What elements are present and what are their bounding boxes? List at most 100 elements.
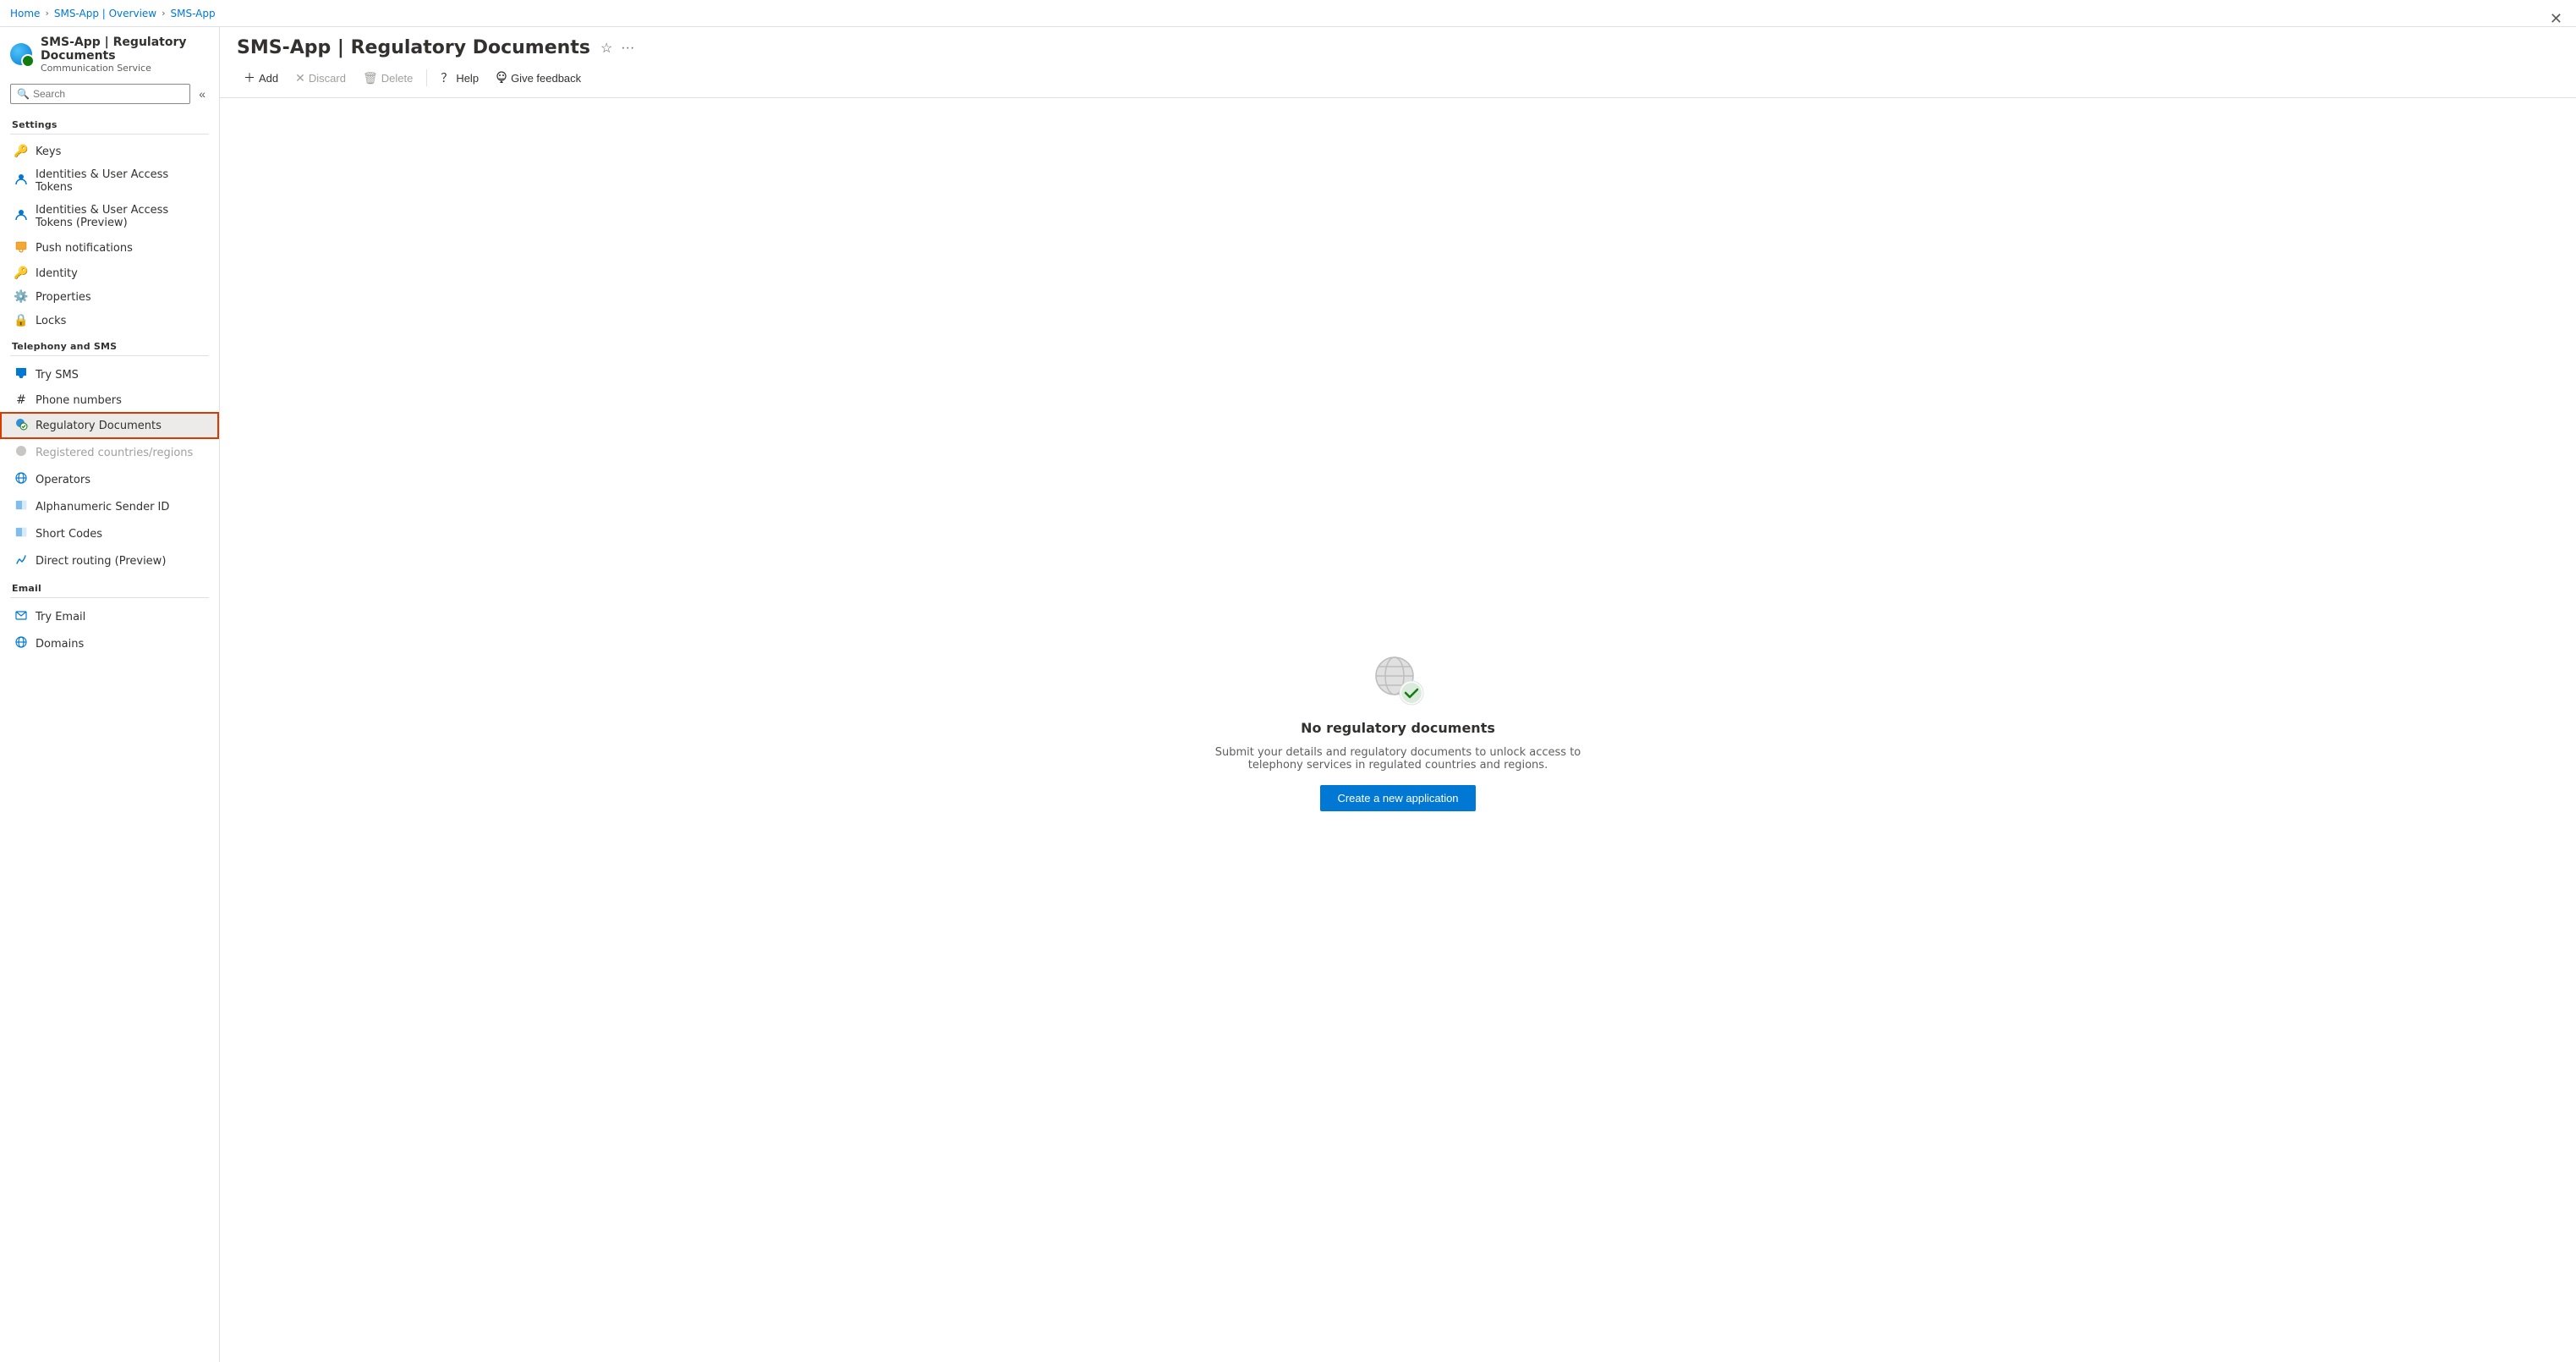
title-actions: ☆ ··· bbox=[599, 38, 636, 58]
properties-icon: ⚙️ bbox=[14, 290, 29, 304]
regulatory-documents-label: Regulatory Documents bbox=[36, 420, 162, 432]
content-body: No regulatory documents Submit your deta… bbox=[220, 98, 2576, 1362]
locks-label: Locks bbox=[36, 315, 66, 327]
sidebar-item-keys[interactable]: 🔑 Keys bbox=[0, 140, 219, 163]
give-feedback-label: Give feedback bbox=[511, 72, 581, 85]
operators-icon bbox=[14, 471, 29, 488]
sidebar-item-identity[interactable]: 🔑 Identity bbox=[0, 261, 219, 285]
breadcrumb-home[interactable]: Home bbox=[10, 8, 40, 19]
page-title: SMS-App | Regulatory Documents bbox=[237, 37, 590, 58]
sidebar-item-direct-routing[interactable]: Direct routing (Preview) bbox=[0, 547, 219, 574]
domains-icon bbox=[14, 635, 29, 652]
discard-label: Discard bbox=[309, 72, 346, 85]
telephony-divider bbox=[10, 355, 209, 356]
alphanumeric-sender-label: Alphanumeric Sender ID bbox=[36, 501, 169, 513]
breadcrumb-smsapp[interactable]: SMS-App bbox=[171, 8, 216, 19]
sidebar-search-container: 🔍 « bbox=[0, 80, 219, 111]
discard-button[interactable]: ✕ Discard bbox=[288, 67, 353, 90]
phone-numbers-icon: # bbox=[14, 393, 29, 407]
email-divider bbox=[10, 597, 209, 598]
sidebar-item-locks[interactable]: 🔒 Locks bbox=[0, 309, 219, 332]
help-label: Help bbox=[456, 72, 479, 85]
operators-label: Operators bbox=[36, 474, 90, 486]
app-title-sub: Communication Service bbox=[41, 63, 209, 74]
sidebar-item-push-notifications[interactable]: Push notifications bbox=[0, 234, 219, 261]
more-options-button[interactable]: ··· bbox=[619, 39, 636, 58]
discard-icon: ✕ bbox=[295, 71, 305, 85]
push-notifications-icon bbox=[14, 239, 29, 256]
sidebar-item-operators[interactable]: Operators bbox=[0, 466, 219, 493]
sidebar-item-identities-tokens[interactable]: Identities & User Access Tokens bbox=[0, 163, 219, 199]
empty-title: No regulatory documents bbox=[1301, 720, 1495, 736]
sidebar-item-alphanumeric-sender[interactable]: Alphanumeric Sender ID bbox=[0, 493, 219, 520]
feedback-icon bbox=[496, 71, 507, 85]
short-codes-icon bbox=[14, 525, 29, 542]
identities-icon bbox=[14, 173, 29, 189]
sidebar-item-properties[interactable]: ⚙️ Properties bbox=[0, 285, 219, 309]
section-label-settings: Settings bbox=[0, 111, 219, 134]
page-title-row: SMS-App | Regulatory Documents ☆ ··· bbox=[237, 37, 2559, 58]
short-codes-label: Short Codes bbox=[36, 528, 102, 541]
properties-label: Properties bbox=[36, 291, 91, 304]
toolbar-separator bbox=[426, 69, 427, 86]
top-bar: Home › SMS-App | Overview › SMS-App bbox=[0, 0, 2576, 27]
content-area: SMS-App | Regulatory Documents ☆ ··· ＋ A… bbox=[220, 27, 2576, 1362]
regulatory-docs-icon bbox=[14, 417, 29, 434]
delete-button[interactable]: 🗑 Delete bbox=[356, 67, 419, 90]
push-notifications-label: Push notifications bbox=[36, 242, 133, 255]
search-icon: 🔍 bbox=[17, 88, 30, 100]
keys-icon: 🔑 bbox=[14, 145, 29, 158]
sidebar: SMS-App | Regulatory Documents Communica… bbox=[0, 27, 220, 1362]
help-icon: ？ bbox=[441, 69, 452, 86]
registered-countries-icon bbox=[14, 444, 29, 461]
sidebar-item-regulatory-documents[interactable]: Regulatory Documents bbox=[0, 412, 219, 439]
section-label-telephony: Telephony and SMS bbox=[0, 332, 219, 355]
try-sms-icon bbox=[14, 366, 29, 383]
page-actions: ＋ Add ✕ Discard 🗑 Delete ？ Help bbox=[237, 65, 2559, 97]
app-title: SMS-App | Regulatory Documents Communica… bbox=[41, 36, 209, 74]
sidebar-item-short-codes[interactable]: Short Codes bbox=[0, 520, 219, 547]
sidebar-item-try-sms[interactable]: Try SMS bbox=[0, 361, 219, 388]
sidebar-item-phone-numbers[interactable]: # Phone numbers bbox=[0, 388, 219, 412]
locks-icon: 🔒 bbox=[14, 314, 29, 327]
try-sms-label: Try SMS bbox=[36, 369, 79, 382]
sidebar-item-try-email[interactable]: Try Email bbox=[0, 603, 219, 630]
sidebar-item-domains[interactable]: Domains bbox=[0, 630, 219, 657]
add-icon: ＋ bbox=[244, 69, 255, 86]
collapse-sidebar-button[interactable]: « bbox=[195, 85, 209, 102]
app-icon bbox=[10, 43, 34, 67]
keys-label: Keys bbox=[36, 146, 61, 158]
favorite-button[interactable]: ☆ bbox=[599, 38, 614, 58]
empty-state-icon bbox=[1367, 649, 1428, 710]
direct-routing-icon bbox=[14, 552, 29, 569]
alphanumeric-sender-icon bbox=[14, 498, 29, 515]
help-button[interactable]: ？ Help bbox=[434, 65, 485, 91]
close-button[interactable]: ✕ bbox=[2550, 10, 2562, 28]
identity-label: Identity bbox=[36, 267, 78, 280]
phone-numbers-label: Phone numbers bbox=[36, 394, 122, 407]
identity-icon: 🔑 bbox=[14, 266, 29, 280]
settings-divider bbox=[10, 134, 209, 135]
breadcrumb: Home › SMS-App | Overview › SMS-App bbox=[10, 8, 216, 19]
app-title-main: SMS-App | Regulatory Documents bbox=[41, 36, 209, 63]
direct-routing-label: Direct routing (Preview) bbox=[36, 555, 166, 568]
app-globe-icon bbox=[10, 43, 32, 65]
add-label: Add bbox=[259, 72, 278, 85]
try-email-label: Try Email bbox=[36, 611, 85, 623]
delete-icon: 🗑 bbox=[363, 71, 378, 85]
section-label-email: Email bbox=[0, 574, 219, 597]
page-header: SMS-App | Regulatory Documents ☆ ··· ＋ A… bbox=[220, 27, 2576, 98]
identities-tokens-preview-label: Identities & User Access Tokens (Preview… bbox=[36, 204, 207, 229]
give-feedback-button[interactable]: Give feedback bbox=[489, 67, 588, 90]
add-button[interactable]: ＋ Add bbox=[237, 65, 285, 91]
empty-subtitle: Submit your details and regulatory docum… bbox=[1187, 746, 1609, 772]
domains-label: Domains bbox=[36, 638, 84, 651]
sidebar-item-identities-tokens-preview[interactable]: Identities & User Access Tokens (Preview… bbox=[0, 199, 219, 234]
sidebar-item-registered-countries: Registered countries/regions bbox=[0, 439, 219, 466]
sidebar-header: SMS-App | Regulatory Documents Communica… bbox=[0, 27, 219, 80]
create-application-button[interactable]: Create a new application bbox=[1320, 785, 1475, 811]
breadcrumb-overview[interactable]: SMS-App | Overview bbox=[54, 8, 156, 19]
search-input[interactable] bbox=[10, 84, 190, 104]
delete-label: Delete bbox=[381, 72, 414, 85]
registered-countries-label: Registered countries/regions bbox=[36, 447, 193, 459]
